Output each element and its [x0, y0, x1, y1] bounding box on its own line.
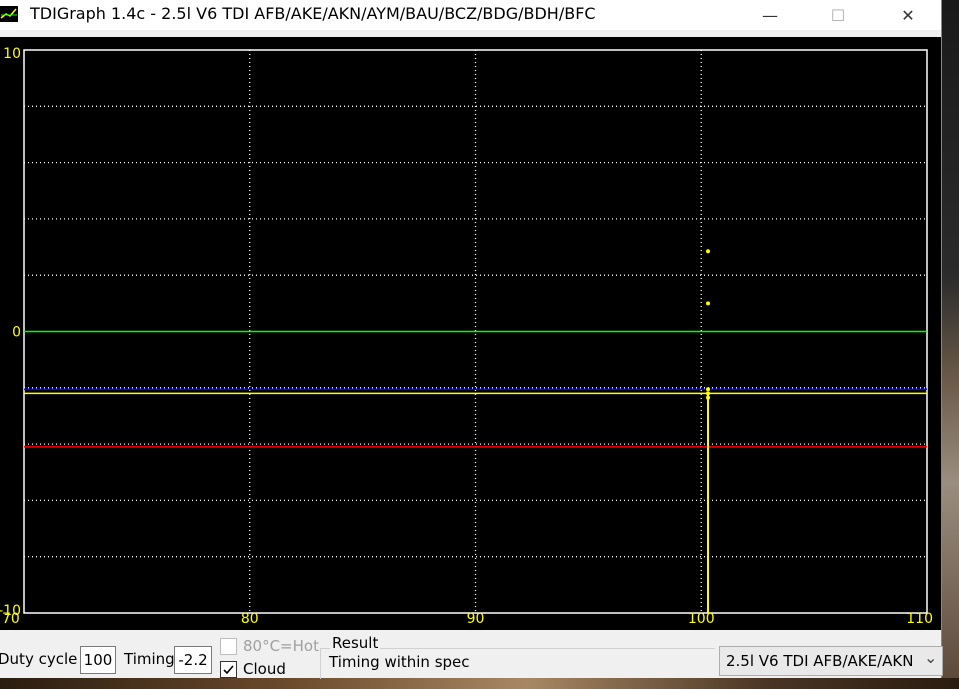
cloud-label: Cloud	[243, 660, 286, 678]
minimize-button[interactable]: —	[747, 0, 793, 30]
duty-cycle-value: 100	[80, 646, 116, 674]
minimize-icon: —	[762, 5, 778, 25]
timing-value: -2.2	[174, 646, 212, 674]
app-window: TDIGraph 1.4c - 2.5l V6 TDI AFB/AKE/AKN/…	[0, 0, 943, 679]
result-label: Result	[330, 634, 381, 652]
y-tick-label: 10	[3, 46, 21, 62]
maximize-button[interactable]: ☐	[815, 0, 861, 30]
chevron-down-icon: ⌄	[924, 648, 938, 667]
x-tick-label: 80	[241, 611, 259, 627]
app-graph-icon	[0, 6, 18, 22]
data-point	[706, 249, 711, 254]
x-tick-label: 100	[688, 611, 715, 627]
hot-checkbox[interactable]	[220, 638, 237, 655]
desktop-background	[941, 0, 959, 689]
checkmark-icon	[223, 665, 234, 675]
y-tick-label: -10	[0, 603, 21, 619]
engine-select[interactable]: 2.5l V6 TDI AFB/AKE/AKN ⌄	[719, 646, 943, 676]
result-value: Timing within spec	[329, 653, 470, 671]
hot-label: 80°C=Hot	[243, 637, 319, 655]
maximize-icon: ☐	[830, 5, 846, 25]
timing-label: Timing	[124, 650, 175, 668]
data-point	[706, 391, 711, 396]
cloud-checkbox[interactable]	[220, 661, 237, 678]
chart-frame	[0, 37, 941, 630]
desktop-background-bottom	[0, 678, 959, 689]
close-button[interactable]: ✕	[885, 0, 931, 30]
data-point	[706, 301, 711, 306]
window-title: TDIGraph 1.4c - 2.5l V6 TDI AFB/AKE/AKN/…	[30, 4, 596, 23]
engine-select-value: 2.5l V6 TDI AFB/AKE/AKN	[726, 652, 914, 670]
x-tick-label: 110	[906, 611, 933, 627]
title-bar[interactable]: TDIGraph 1.4c - 2.5l V6 TDI AFB/AKE/AKN/…	[0, 0, 941, 30]
data-point	[706, 395, 711, 400]
y-tick-label: 0	[12, 325, 21, 341]
timing-chart: 70 80 90 100 110100-10	[0, 37, 941, 630]
close-icon: ✕	[901, 5, 915, 25]
data-point	[706, 387, 711, 392]
x-tick-label: 90	[467, 611, 485, 627]
duty-cycle-label: Duty cycle	[0, 650, 78, 668]
